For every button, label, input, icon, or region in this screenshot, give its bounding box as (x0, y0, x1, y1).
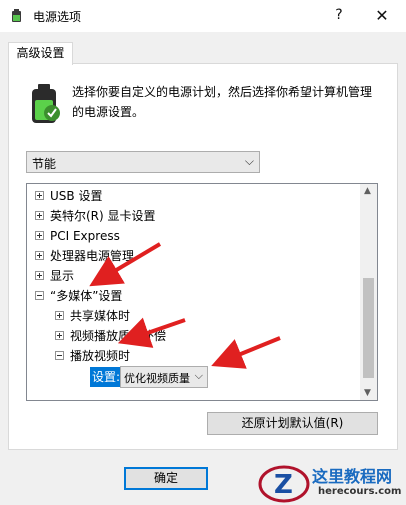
expand-plus-icon[interactable] (35, 191, 44, 200)
ok-button[interactable]: 确定 (124, 467, 208, 490)
expand-plus-icon[interactable] (55, 311, 64, 320)
collapse-minus-icon[interactable] (35, 291, 44, 300)
setting-label: 设置: (90, 367, 123, 387)
tree-item-label: USB 设置 (50, 189, 103, 203)
watermark-title: 这里教程网 (312, 467, 393, 486)
video-setting-dropdown[interactable]: 优化视频质量 ⌵ (120, 366, 208, 388)
tree-item-video-quality-bias[interactable]: 视频播放质量补偿 (55, 326, 166, 346)
expand-plus-icon[interactable] (35, 251, 44, 260)
tree-scrollbar[interactable]: ▲ ▼ (360, 184, 377, 400)
tree-item-label: 播放视频时 (70, 349, 131, 363)
tree-item-usb[interactable]: USB 设置 (35, 186, 102, 206)
tab-advanced-settings[interactable]: 高级设置 (8, 42, 73, 65)
power-options-icon (12, 9, 21, 22)
tree-item-pci-express[interactable]: PCI Express (35, 226, 120, 246)
expand-plus-icon[interactable] (35, 271, 44, 280)
close-button[interactable]: ✕ (360, 0, 404, 32)
tree-item-when-playing-video[interactable]: 播放视频时 (55, 346, 130, 366)
tree-item-label: 显示 (50, 269, 75, 283)
collapse-minus-icon[interactable] (55, 351, 64, 360)
tree-item-label: 处理器电源管理 (50, 249, 135, 263)
restore-defaults-button[interactable]: 还原计划默认值(R) (207, 412, 378, 435)
expand-plus-icon[interactable] (35, 231, 44, 240)
description-text: 选择你要自定义的电源计划，然后选择你希望计算机管理的电源设置。 (72, 85, 373, 119)
settings-tree[interactable]: USB 设置 英特尔(R) 显卡设置 PCI Express 处理器电源管理 显… (26, 183, 378, 401)
power-plan-value: 节能 (32, 157, 57, 171)
window-title: 电源选项 (33, 10, 82, 24)
tree-item-multimedia[interactable]: “多媒体”设置 (35, 286, 122, 306)
tree-item-sharing-media[interactable]: 共享媒体时 (55, 306, 130, 326)
tree-item-label: PCI Express (50, 229, 120, 243)
battery-icon (32, 84, 60, 123)
chevron-down-icon: ⌵ (194, 369, 203, 382)
expand-plus-icon[interactable] (35, 211, 44, 220)
help-button[interactable]: ? (317, 0, 361, 32)
watermark-url: herecours.com (318, 486, 402, 497)
scroll-down-icon[interactable]: ▼ (364, 388, 371, 398)
scroll-up-icon[interactable]: ▲ (364, 186, 371, 196)
chevron-down-icon: ⌵ (244, 154, 254, 168)
tree-item-label: “多媒体”设置 (50, 289, 123, 303)
tree-item-processor[interactable]: 处理器电源管理 (35, 246, 134, 266)
scroll-thumb[interactable] (363, 278, 374, 378)
tree-item-label: 视频播放质量补偿 (70, 329, 167, 343)
tree-item-intel-graphics[interactable]: 英特尔(R) 显卡设置 (35, 206, 156, 226)
expand-plus-icon[interactable] (55, 331, 64, 340)
svg-text:Z: Z (274, 470, 293, 500)
tree-item-display[interactable]: 显示 (35, 266, 74, 286)
tree-item-label: 英特尔(R) 显卡设置 (50, 209, 156, 223)
power-plan-dropdown[interactable]: 节能 ⌵ (26, 151, 260, 173)
video-setting-value: 优化视频质量 (124, 372, 190, 385)
tree-item-label: 共享媒体时 (70, 309, 131, 323)
